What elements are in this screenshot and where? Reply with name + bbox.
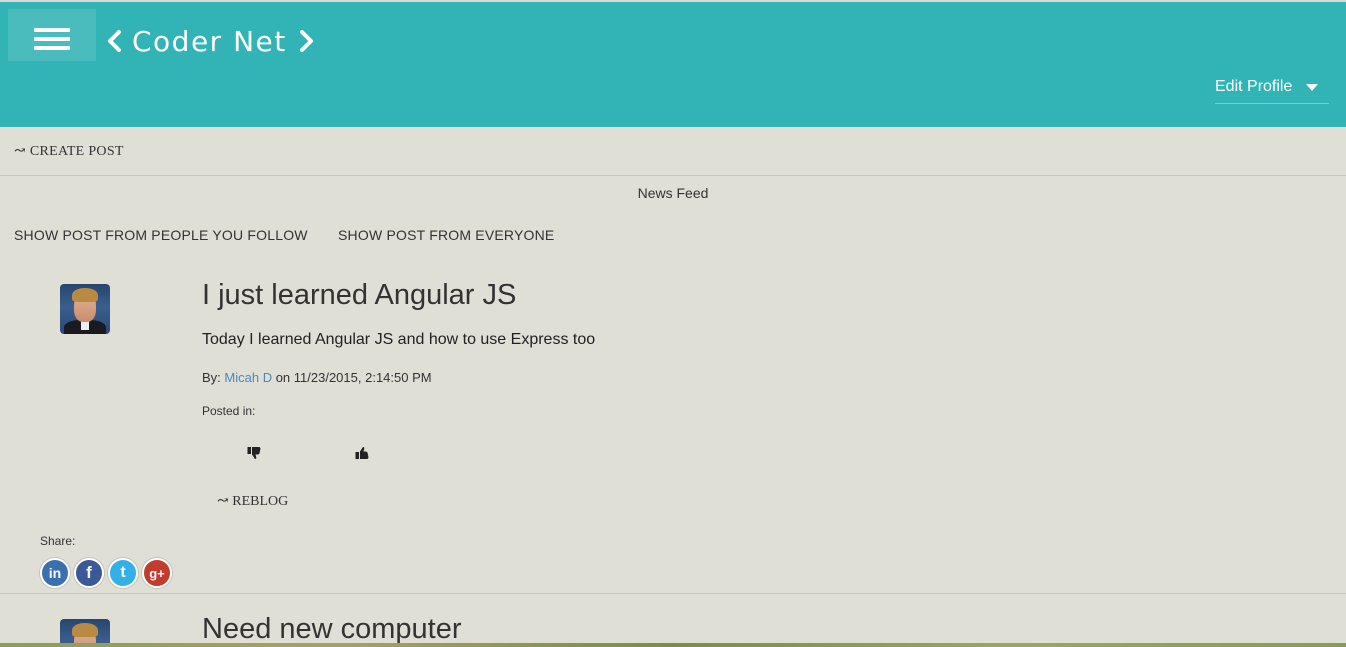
facebook-icon[interactable]: f	[74, 558, 104, 588]
twitter-icon[interactable]: t	[108, 558, 138, 588]
caret-down-icon	[1306, 84, 1319, 91]
post-byline: By: Micah D on 11/23/2015, 2:14:50 PM	[202, 370, 432, 385]
post-body: Today I learned Angular JS and how to us…	[202, 331, 596, 348]
edit-profile-dropdown[interactable]: Edit Profile	[1215, 78, 1329, 104]
filter-following[interactable]: SHOW POST FROM PEOPLE YOU FOLLOW	[14, 227, 308, 243]
thumbs-up-icon[interactable]	[355, 446, 371, 460]
posted-in-label: Posted in:	[202, 404, 256, 418]
app-header: Coder Net Edit Profile	[0, 0, 1346, 127]
author-link[interactable]: Micah D	[224, 370, 272, 385]
avatar[interactable]	[60, 284, 110, 334]
chevron-right-icon[interactable]	[295, 21, 317, 61]
divider	[0, 593, 1346, 594]
menu-button[interactable]	[8, 9, 96, 61]
share-label: Share:	[40, 534, 76, 548]
google-plus-icon[interactable]: g+	[142, 558, 172, 588]
linkedin-icon[interactable]: in	[40, 558, 70, 588]
edit-profile-label: Edit Profile	[1215, 78, 1293, 95]
post-date: on 11/23/2015, 2:14:50 PM	[272, 370, 432, 385]
reblog-button[interactable]: ↝ REBLOG	[217, 493, 288, 510]
brand-title[interactable]: Coder Net	[132, 25, 287, 58]
filter-everyone[interactable]: SHOW POST FROM EVERYONE	[338, 227, 554, 243]
divider	[0, 175, 1346, 176]
post-title: Need new computer	[202, 613, 462, 645]
by-label: By:	[202, 370, 225, 385]
thumbs-down-icon[interactable]	[247, 446, 263, 460]
chevron-left-icon[interactable]	[104, 21, 126, 61]
post-title: I just learned Angular JS	[202, 279, 517, 311]
window-edge	[0, 643, 1346, 647]
news-feed-title: News Feed	[637, 185, 709, 201]
brand: Coder Net	[104, 21, 317, 61]
create-post-button[interactable]: ↝ CREATE POST	[14, 143, 124, 160]
